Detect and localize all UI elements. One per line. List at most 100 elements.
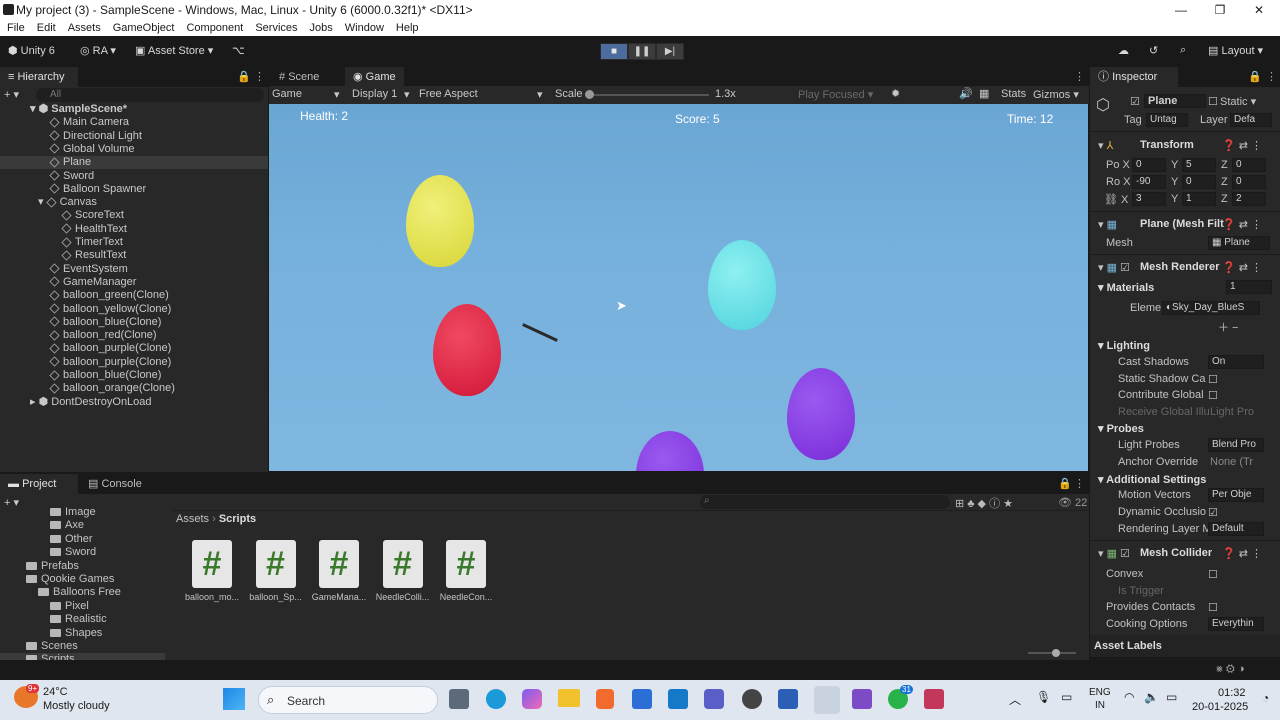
project-lock-icon[interactable]: 🔒 (1058, 477, 1072, 490)
file-explorer-icon[interactable] (558, 689, 580, 707)
rotation-x-field[interactable]: -90 (1132, 175, 1166, 189)
hierarchy-item[interactable]: ▾ Canvas (38, 196, 97, 209)
lock-icon[interactable]: 🔒 (237, 70, 251, 83)
visual-studio-icon[interactable] (852, 689, 872, 709)
more-options-icon[interactable]: ⋮ (254, 70, 265, 83)
grid-icon[interactable]: ▦ (979, 87, 989, 100)
unity-hub-icon[interactable] (742, 689, 762, 709)
account-dropdown[interactable]: ◎ RA ▾ (80, 44, 116, 57)
hierarchy-scene-root[interactable]: ▾ ⬢ SampleScene* (30, 103, 127, 116)
active-checkbox[interactable]: ☑ (1130, 95, 1140, 108)
project-more-icon[interactable]: ⋮ (1074, 477, 1085, 490)
add-remove-buttons[interactable]: ＋ − (1218, 319, 1238, 335)
battery-icon[interactable]: ▭ (1166, 690, 1177, 704)
scale-x-field[interactable]: 3 (1132, 192, 1166, 206)
position-x-field[interactable]: 0 (1132, 158, 1166, 172)
unity-editor-icon[interactable] (814, 686, 840, 714)
python-icon[interactable] (668, 689, 688, 709)
tab-hierarchy[interactable]: ≡ Hierarchy (0, 67, 78, 87)
tag-dropdown[interactable]: Untag (1146, 113, 1188, 127)
close-button[interactable]: ✕ (1236, 0, 1280, 20)
scale-link-icon[interactable]: ⛓ X (1104, 193, 1128, 206)
tab-project[interactable]: ▬ Project (0, 474, 78, 494)
hierarchy-item[interactable]: Sword (49, 170, 94, 183)
hierarchy-item[interactable]: Balloon Spawner (49, 183, 146, 196)
cast-shadows-dropdown[interactable]: On (1208, 355, 1264, 369)
mesh-collider-help-icon[interactable]: ❓ ⇄ ⋮ (1222, 547, 1262, 560)
display-dropdown[interactable]: Display 1 ▾ (352, 88, 410, 101)
asset-store-dropdown[interactable]: ▣ Asset Store ▾ (135, 44, 213, 57)
hierarchy-item[interactable]: Plane (0, 156, 268, 170)
hierarchy-item[interactable]: Global Volume (49, 143, 135, 156)
project-folder[interactable]: Prefabs (26, 560, 79, 572)
clock-time[interactable]: 01:32 (1218, 687, 1246, 699)
menu-jobs[interactable]: Jobs (310, 21, 333, 36)
copilot-icon[interactable] (522, 689, 542, 709)
dont-destroy-on-load[interactable]: ▸ ⬢ DontDestroyOnLoad (30, 396, 152, 409)
breadcrumb-scripts[interactable]: Scripts (219, 513, 256, 525)
hierarchy-item[interactable]: balloon_purple(Clone) (49, 356, 171, 369)
materials-foldout[interactable]: ▾ Materials (1098, 281, 1154, 294)
project-filter-icons[interactable]: ⊞ ♣ ◆ ⓘ ★ (955, 495, 1013, 511)
zoom-slider-handle[interactable] (1052, 649, 1060, 657)
lighting-foldout[interactable]: ▾ Lighting (1098, 339, 1150, 352)
project-folder[interactable]: Pixel (50, 600, 89, 612)
hierarchy-item[interactable]: Main Camera (49, 116, 129, 129)
hierarchy-item[interactable]: balloon_red(Clone) (49, 329, 157, 342)
balloon-purple-2[interactable] (636, 431, 704, 471)
windows-start-icon[interactable] (223, 688, 245, 710)
unity-account-button[interactable]: ⬢ Unity 6 (8, 44, 55, 57)
menu-gameobject[interactable]: GameObject (113, 21, 175, 36)
project-folder[interactable]: Image (50, 506, 96, 518)
balloon-red[interactable] (433, 304, 501, 396)
script-label[interactable]: balloon_Sp... (246, 592, 306, 602)
taskbar-search[interactable]: ⌕ Search (258, 686, 438, 714)
edge-icon[interactable] (486, 689, 506, 709)
wifi-icon[interactable]: ◠ (1124, 690, 1134, 704)
microphone-icon[interactable]: 🎙 (1036, 690, 1051, 704)
probes-foldout[interactable]: ▾ Probes (1098, 422, 1144, 435)
provides-contacts-checkbox[interactable]: ☐ (1208, 601, 1218, 614)
mesh-collider-foldout[interactable]: ▾ ▦ ☑ (1098, 547, 1130, 560)
help-icon[interactable]: ❓ ⇄ ⋮ (1222, 139, 1262, 152)
search-icon[interactable]: ⌕ (1180, 44, 1186, 57)
mesh-field[interactable]: ▦ Plane (1208, 236, 1270, 250)
project-folder[interactable]: Axe (50, 519, 84, 531)
game-view[interactable]: Health: 2 Score: 5 Time: 12 ➤ (269, 104, 1088, 471)
project-search-input[interactable]: ⌕ (700, 495, 950, 509)
csharp-script-icon[interactable]: # (192, 540, 232, 588)
cooking-options-dropdown[interactable]: Everythin (1208, 617, 1264, 631)
project-folder[interactable]: Scenes (26, 640, 78, 652)
hierarchy-item[interactable]: ScoreText (61, 209, 124, 222)
anchor-override-field[interactable]: None (Tr (1210, 456, 1253, 468)
project-folder[interactable]: Realistic (50, 613, 107, 625)
position-y-field[interactable]: 5 (1182, 158, 1216, 172)
script-label[interactable]: NeedleCon... (436, 592, 496, 602)
motion-vectors-dropdown[interactable]: Per Obje (1208, 488, 1264, 502)
store-icon[interactable] (632, 689, 652, 709)
object-name-field[interactable]: Plane (1144, 94, 1206, 108)
hierarchy-item[interactable]: balloon_orange(Clone) (49, 382, 175, 395)
play-stop-button[interactable]: ■ (600, 43, 628, 60)
menu-services[interactable]: Services (255, 21, 297, 36)
hierarchy-item[interactable]: balloon_green(Clone) (49, 289, 169, 302)
gizmos-dropdown[interactable]: Gizmos ▾ (1033, 88, 1079, 101)
stats-button[interactable]: Stats (1001, 88, 1026, 100)
tab-inspector[interactable]: ⓘ Inspector (1090, 67, 1178, 87)
project-folder[interactable]: Balloons Free (38, 586, 121, 598)
hierarchy-item[interactable]: EventSystem (49, 263, 128, 276)
script-label[interactable]: balloon_mo... (182, 592, 242, 602)
script-label[interactable]: GameMana... (309, 592, 369, 602)
convex-checkbox[interactable]: ☐ (1208, 568, 1218, 581)
step-button[interactable]: ▶| (656, 43, 684, 60)
word-icon[interactable] (778, 689, 798, 709)
csharp-script-icon[interactable]: # (382, 540, 423, 588)
hierarchy-item[interactable]: balloon_blue(Clone) (49, 369, 161, 382)
static-checkbox[interactable]: ☐ (1208, 95, 1218, 108)
status-icons[interactable]: ⨳ ⚙ ◑ (1216, 663, 1244, 676)
breadcrumb-assets[interactable]: Assets (176, 513, 209, 525)
language-label[interactable]: ENG (1089, 687, 1111, 698)
balloon-cyan[interactable] (708, 240, 776, 330)
materials-count-field[interactable]: 1 (1226, 280, 1272, 294)
history-icon[interactable]: ↺ (1149, 44, 1158, 57)
